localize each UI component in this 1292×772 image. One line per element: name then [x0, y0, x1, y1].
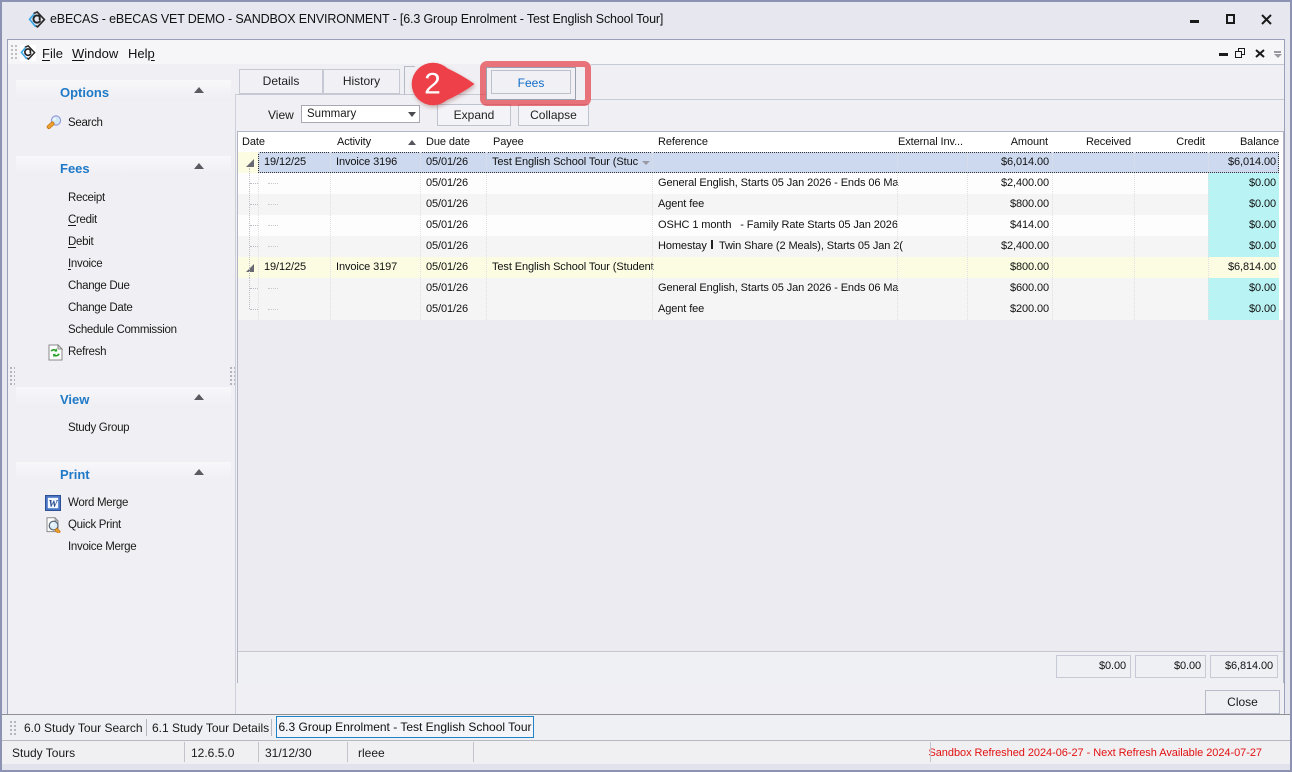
svg-text:2: 2	[424, 68, 441, 101]
svg-text:W: W	[48, 499, 58, 510]
